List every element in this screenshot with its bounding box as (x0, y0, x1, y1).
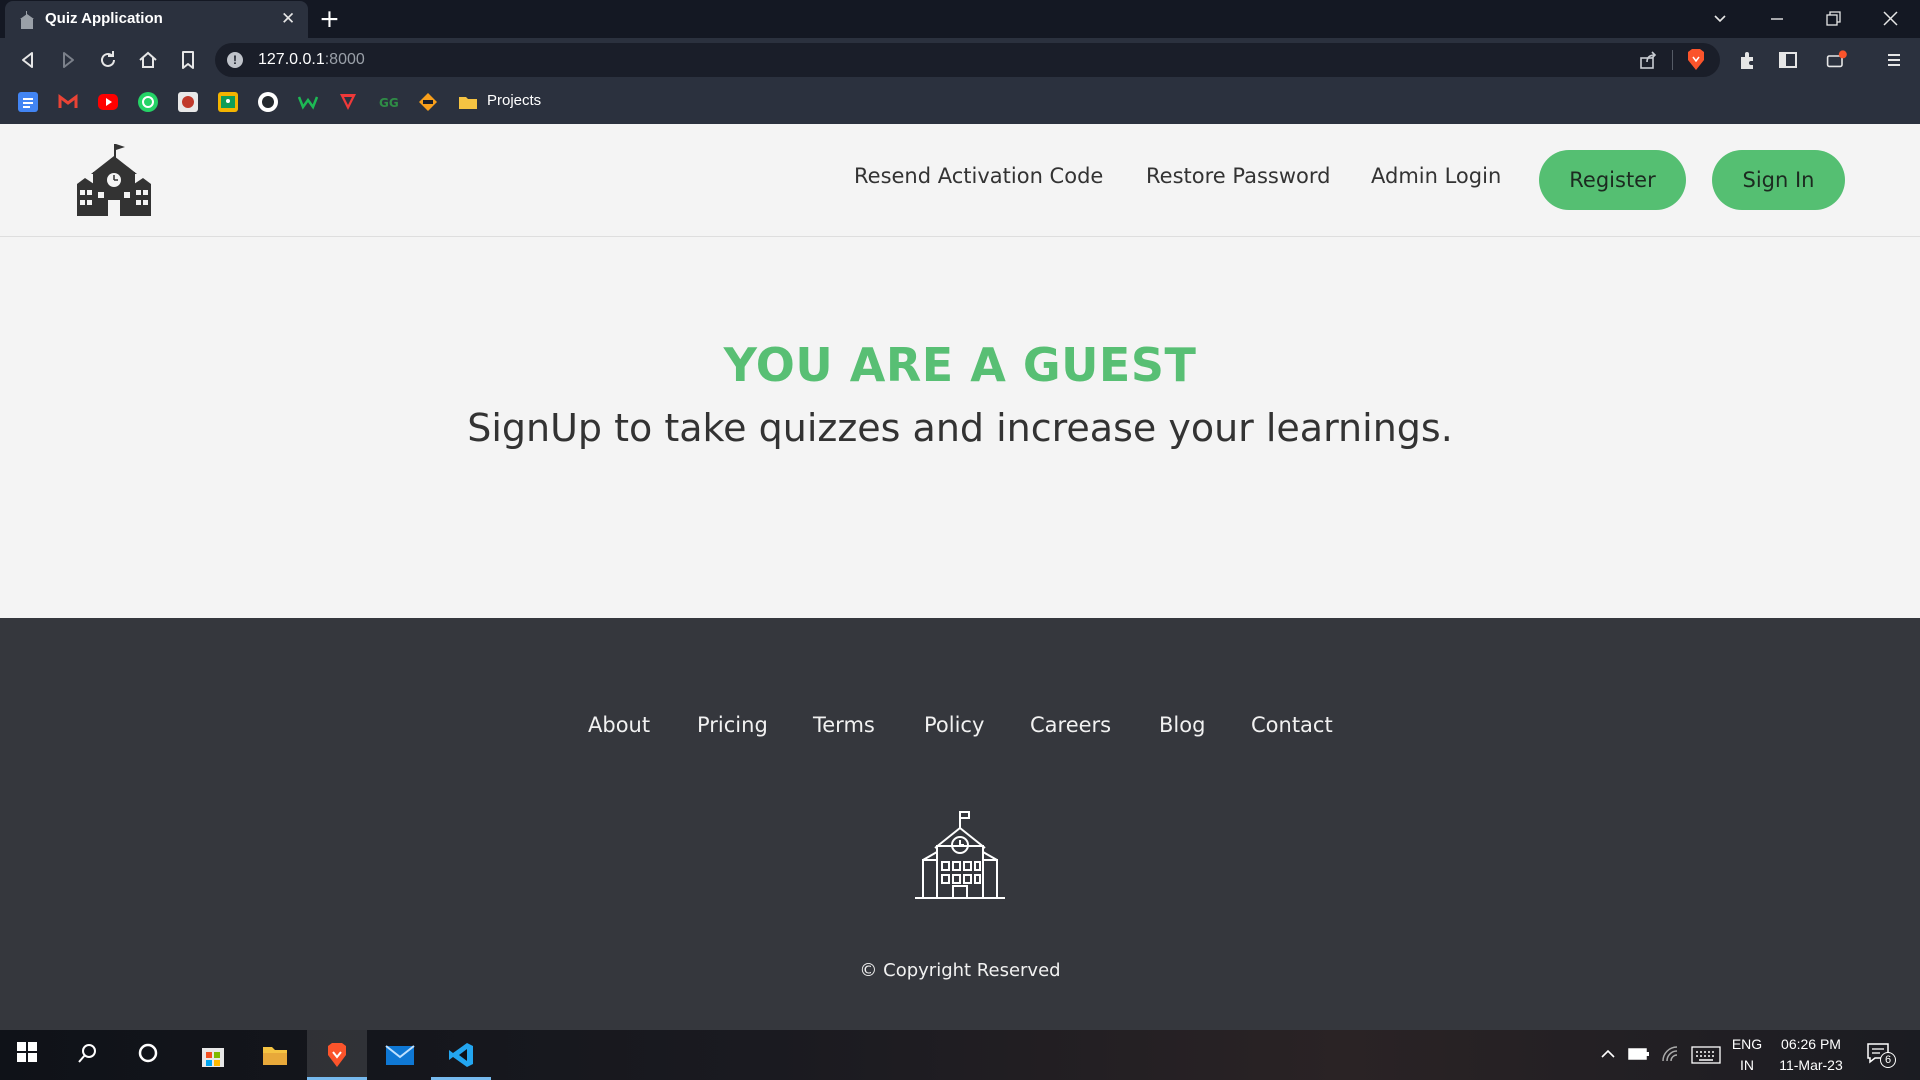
clock-time[interactable]: 06:26 PM (1775, 1036, 1847, 1052)
windows-taskbar: ENG IN 06:26 PM 11-Mar-23 6 (0, 1030, 1920, 1080)
taskbar-microsoft-store[interactable] (183, 1030, 243, 1080)
browser-tab-bar: Quiz Application ✕ + (0, 0, 1920, 38)
nav-resend-activation-code[interactable]: Resend Activation Code (854, 164, 1103, 188)
folder-icon[interactable] (458, 92, 478, 112)
bookmark-icon[interactable] (176, 48, 200, 72)
url-host: 127.0.0.1 (258, 51, 325, 68)
google-classroom-bookmark-icon[interactable] (218, 92, 238, 112)
whatsapp-bookmark-icon[interactable] (138, 92, 158, 112)
tab-title: Quiz Application (45, 10, 163, 27)
wifi-icon[interactable] (1661, 1045, 1679, 1063)
language-indicator-bottom[interactable]: IN (1727, 1057, 1767, 1073)
taskbar-vscode[interactable] (431, 1030, 491, 1080)
google-docs-bookmark-icon[interactable] (18, 92, 38, 112)
bookmark-folder-projects[interactable]: Projects (487, 92, 541, 109)
footer-link-contact[interactable]: Contact (1251, 713, 1333, 737)
vscode-icon (449, 1043, 473, 1067)
footer-link-about[interactable]: About (588, 713, 650, 737)
footer-link-terms[interactable]: Terms (813, 713, 875, 737)
school-logo-icon[interactable] (77, 144, 151, 216)
action-center-button[interactable]: 6 (1866, 1042, 1896, 1070)
browser-tab-quiz-application[interactable]: Quiz Application ✕ (5, 1, 308, 38)
back-icon[interactable] (16, 48, 40, 72)
hero-section: YOU ARE A GUEST SignUp to take quizzes a… (0, 238, 1920, 618)
site-footer: About Pricing Terms Policy Careers Blog … (0, 618, 1920, 1030)
sidebar-toggle-icon[interactable] (1776, 48, 1800, 72)
windows-logo-icon (17, 1042, 37, 1062)
wallet-icon[interactable] (1826, 48, 1850, 72)
taskbar-mail[interactable] (369, 1030, 429, 1080)
battery-icon[interactable] (1628, 1047, 1650, 1061)
store-bag-icon (202, 1048, 224, 1067)
minimize-icon[interactable] (1770, 12, 1784, 26)
notification-count-badge: 6 (1880, 1052, 1896, 1068)
search-icon (78, 1044, 96, 1063)
close-window-icon[interactable] (1883, 11, 1898, 26)
start-button[interactable] (0, 1030, 60, 1080)
youtube-bookmark-icon[interactable] (98, 94, 118, 110)
nav-admin-login[interactable]: Admin Login (1371, 164, 1501, 188)
site-header: Resend Activation Code Restore Password … (0, 124, 1920, 237)
register-button[interactable]: Register (1539, 150, 1686, 210)
address-bar[interactable]: ! 127.0.0.1:8000 (215, 43, 1720, 77)
touch-keyboard-icon[interactable] (1691, 1046, 1721, 1064)
tab-close-icon[interactable]: ✕ (281, 9, 295, 29)
browser-toolbar: ! 127.0.0.1:8000 (0, 38, 1920, 82)
home-icon[interactable] (136, 48, 160, 72)
main-menu-icon[interactable] (1882, 48, 1906, 72)
school-footer-logo-icon (915, 811, 1005, 899)
bookmarks-bar: GG Projects (0, 82, 1920, 124)
language-indicator-top[interactable]: ENG (1727, 1036, 1767, 1052)
sign-in-button[interactable]: Sign In (1712, 150, 1845, 210)
nav-restore-password[interactable]: Restore Password (1146, 164, 1330, 188)
coding-site-bookmark-icon[interactable] (418, 92, 438, 112)
url-port: :8000 (324, 51, 365, 68)
restore-window-icon[interactable] (1826, 11, 1841, 26)
footer-link-careers[interactable]: Careers (1030, 713, 1111, 737)
taskbar-search-button[interactable] (60, 1030, 120, 1080)
taskbar-brave-browser[interactable] (307, 1030, 367, 1080)
footer-link-blog[interactable]: Blog (1159, 713, 1205, 737)
footer-link-policy[interactable]: Policy (924, 713, 984, 737)
reload-icon[interactable] (96, 48, 120, 72)
folder-icon (263, 1047, 287, 1065)
extensions-puzzle-icon[interactable] (1736, 48, 1760, 72)
gmail-bookmark-icon[interactable] (58, 92, 78, 112)
clock-date[interactable]: 11-Mar-23 (1771, 1057, 1851, 1073)
mail-envelope-icon (385, 1045, 415, 1065)
school-favicon-icon (20, 11, 34, 29)
github-bookmark-icon[interactable] (258, 92, 278, 112)
brave-shields-icon[interactable] (1685, 48, 1707, 72)
svg-text:GG: GG (379, 96, 398, 110)
forward-icon[interactable] (56, 48, 80, 72)
footer-link-pricing[interactable]: Pricing (697, 713, 768, 737)
w-site-bookmark-icon[interactable] (297, 92, 319, 112)
brave-lion-icon (328, 1043, 346, 1067)
geeksforgeeks-bookmark-icon[interactable]: GG (378, 92, 399, 112)
college-bookmark-icon[interactable] (178, 92, 198, 112)
vivaldi-bookmark-icon[interactable] (338, 92, 358, 112)
guest-subheading: SignUp to take quizzes and increase your… (467, 406, 1453, 450)
copyright-text: © Copyright Reserved (859, 960, 1061, 981)
cortana-button[interactable] (120, 1030, 180, 1080)
tab-search-chevron-icon[interactable] (1713, 12, 1727, 26)
cortana-circle-icon (138, 1043, 158, 1063)
site-info-icon[interactable]: ! (227, 52, 243, 68)
guest-heading: YOU ARE A GUEST (723, 338, 1197, 392)
url-text[interactable]: 127.0.0.1:8000 (258, 51, 365, 69)
taskbar-file-explorer[interactable] (245, 1030, 305, 1080)
omnibox-divider (1672, 50, 1673, 70)
show-hidden-icons-chevron-icon[interactable] (1600, 1047, 1616, 1061)
new-tab-button[interactable]: + (319, 4, 340, 33)
share-icon[interactable] (1638, 50, 1658, 70)
